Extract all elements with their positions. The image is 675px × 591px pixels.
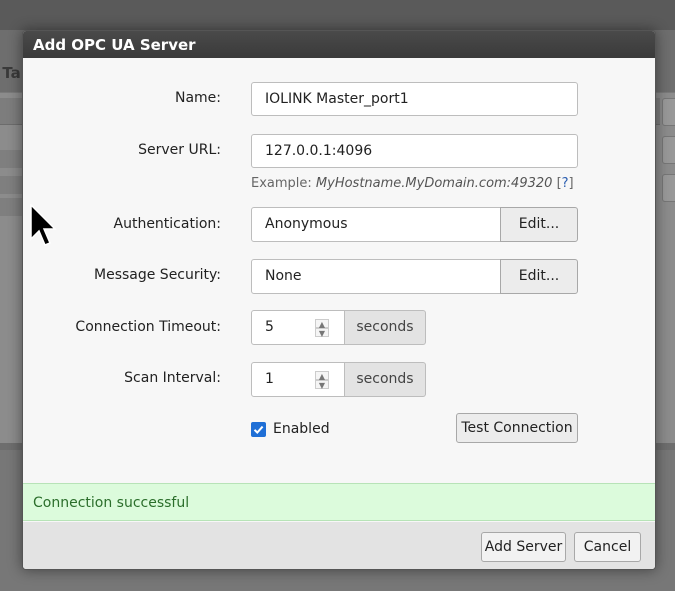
scan-interval-input[interactable]: 1 — [251, 362, 345, 397]
connection-timeout-input[interactable]: 5 — [251, 310, 345, 345]
mouse-pointer-icon — [30, 204, 57, 246]
background-title: l Ta — [0, 64, 21, 82]
chevron-down-icon[interactable]: ▼ — [315, 328, 329, 338]
background-button — [662, 174, 675, 202]
background-button — [662, 98, 675, 126]
add-server-button[interactable]: Add Server — [481, 532, 566, 562]
connection-timeout-unit: seconds — [345, 310, 426, 345]
status-message: Connection successful — [23, 483, 655, 521]
server-url-example: Example: MyHostname.MyDomain.com:49320 [… — [251, 176, 574, 191]
connection-timeout-stepper[interactable]: ▲ ▼ — [315, 319, 329, 338]
enabled-checkbox[interactable] — [251, 422, 266, 437]
check-icon — [253, 425, 264, 434]
server-url-label: Server URL: — [138, 142, 221, 158]
name-label: Name: — [174, 90, 221, 106]
server-url-input[interactable] — [251, 134, 578, 168]
scan-interval-stepper[interactable]: ▲ ▼ — [315, 371, 329, 390]
chevron-down-icon[interactable]: ▼ — [315, 380, 329, 390]
example-value: MyHostname.MyDomain.com:49320 — [315, 176, 553, 191]
chevron-up-icon[interactable]: ▲ — [315, 319, 329, 329]
background-button — [662, 136, 675, 164]
dialog-footer: Add Server Cancel — [23, 522, 655, 569]
scan-interval-unit: seconds — [345, 362, 426, 397]
add-opc-ua-server-dialog: Add OPC UA Server Name: Server URL: Exam… — [22, 30, 656, 570]
authentication-value: Anonymous — [251, 207, 501, 242]
help-link[interactable]: ? — [562, 176, 569, 191]
message-security-label: Message Security: — [94, 267, 221, 283]
background-titlebar — [0, 0, 675, 30]
message-security-edit-button[interactable]: Edit... — [500, 259, 578, 294]
scan-interval-label: Scan Interval: — [124, 370, 221, 386]
help-bracket-close: ] — [568, 176, 574, 191]
chevron-up-icon[interactable]: ▲ — [315, 371, 329, 381]
message-security-value: None — [251, 259, 501, 294]
dialog-title: Add OPC UA Server — [23, 31, 655, 58]
example-prefix: Example: — [251, 176, 312, 191]
name-input[interactable] — [251, 82, 578, 116]
test-connection-button[interactable]: Test Connection — [456, 413, 578, 443]
cancel-button[interactable]: Cancel — [574, 532, 641, 562]
connection-timeout-label: Connection Timeout: — [75, 319, 221, 335]
enabled-label[interactable]: Enabled — [273, 421, 330, 437]
authentication-edit-button[interactable]: Edit... — [500, 207, 578, 242]
